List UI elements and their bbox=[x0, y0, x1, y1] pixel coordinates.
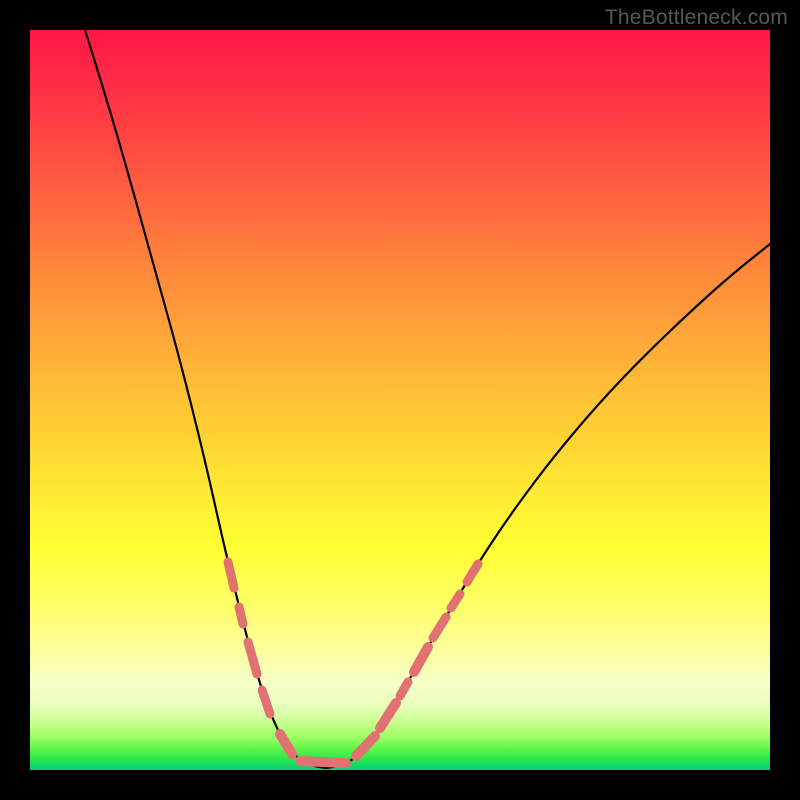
marker-segment bbox=[300, 761, 346, 763]
marker-segment bbox=[248, 642, 257, 674]
marker-segment bbox=[280, 734, 292, 754]
marker-segment bbox=[380, 703, 396, 728]
marker-segment bbox=[414, 647, 428, 672]
watermark-text: TheBottleneck.com bbox=[605, 6, 788, 30]
chart-frame: TheBottleneck.com bbox=[0, 0, 800, 800]
marker-segment bbox=[451, 594, 460, 608]
curve-markers bbox=[228, 562, 478, 763]
marker-segment bbox=[262, 690, 270, 714]
series-right-branch bbox=[326, 244, 770, 768]
marker-segment bbox=[467, 564, 478, 582]
plot-area bbox=[30, 30, 770, 770]
series-left-branch bbox=[85, 30, 326, 768]
curve-svg bbox=[30, 30, 770, 770]
marker-segment bbox=[356, 736, 375, 756]
marker-segment bbox=[400, 682, 408, 696]
marker-segment bbox=[239, 607, 243, 624]
marker-segment bbox=[433, 617, 446, 638]
marker-segment bbox=[228, 562, 234, 588]
